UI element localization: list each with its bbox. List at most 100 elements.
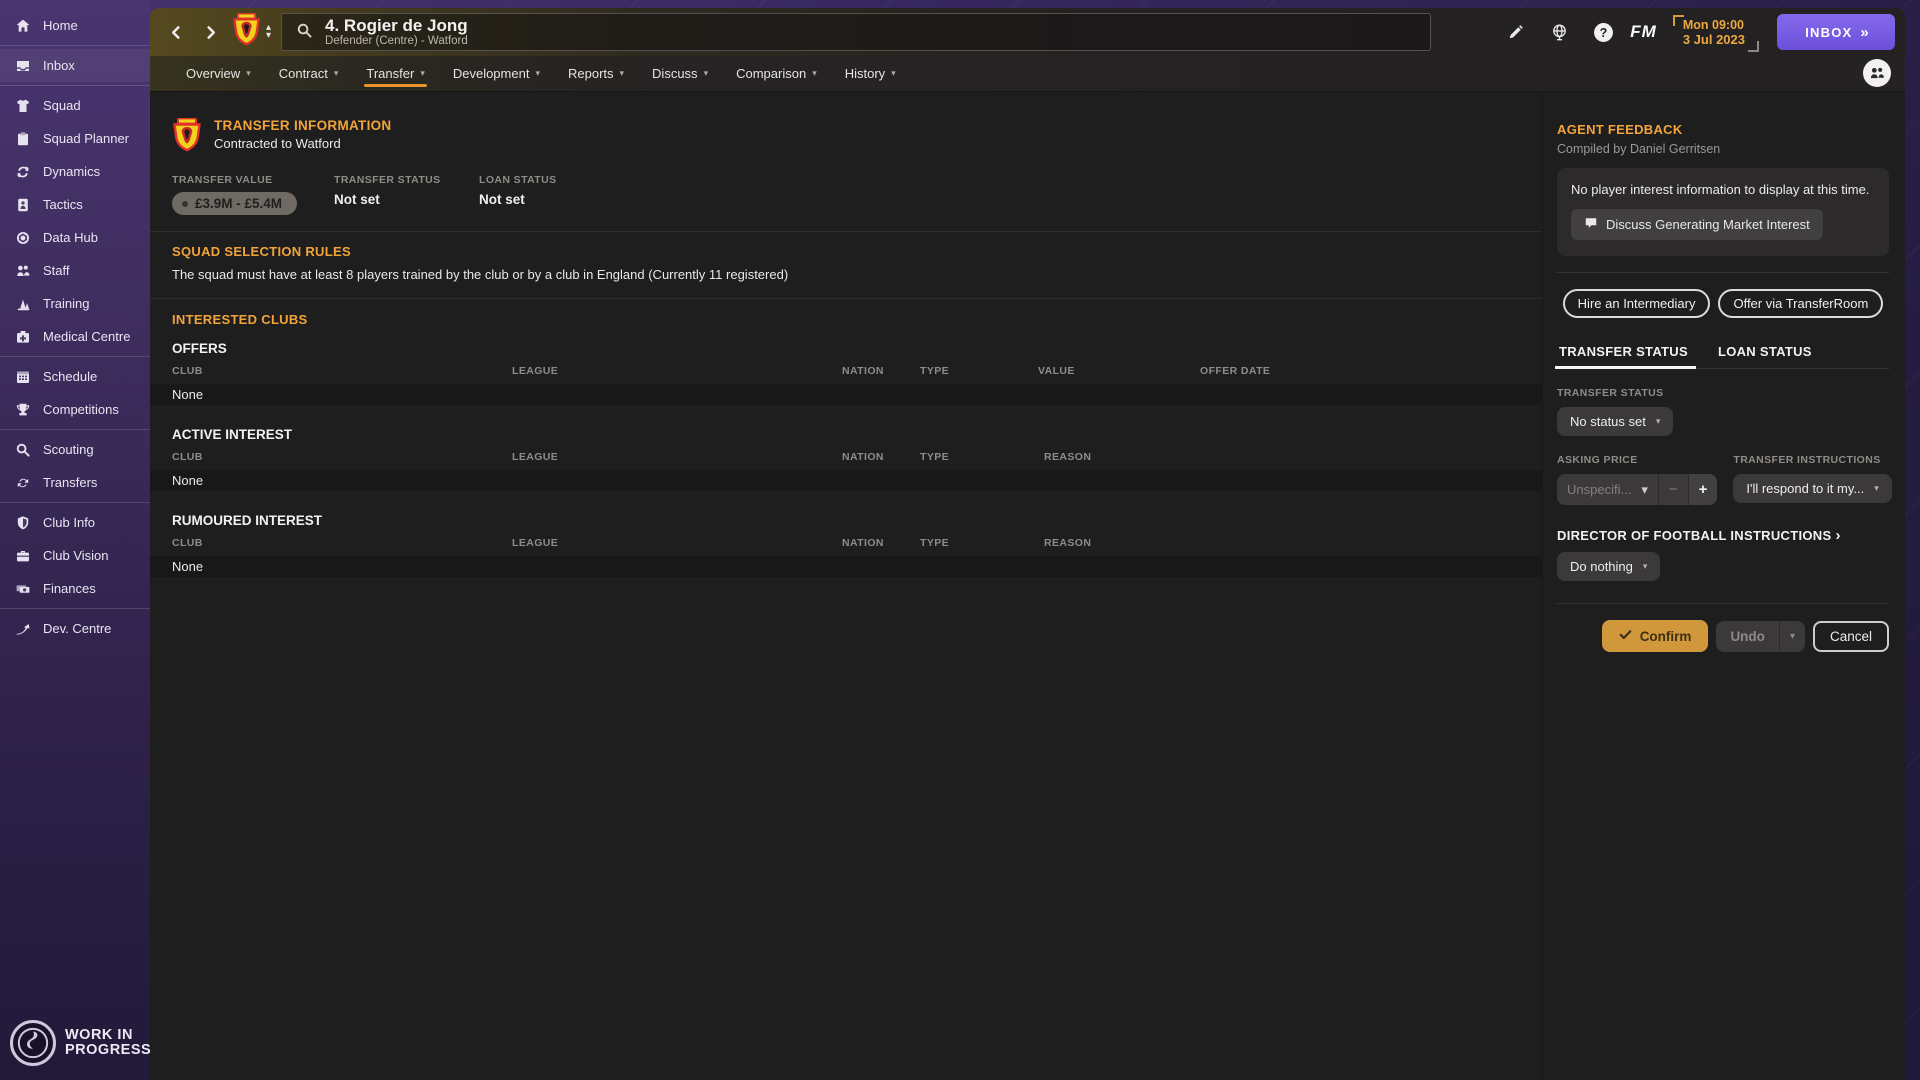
back-button[interactable] — [166, 22, 186, 42]
inbox-continue-button[interactable]: INBOX » — [1777, 14, 1895, 50]
column-type[interactable]: TYPE — [920, 451, 949, 463]
asking-price-increase-button[interactable]: + — [1689, 474, 1718, 505]
sidebar-item-label: Squad Planner — [43, 131, 129, 146]
sidebar-item-training[interactable]: Training — [0, 287, 150, 320]
money-icon — [14, 580, 31, 597]
transfer-status-dropdown-label: TRANSFER STATUS — [1557, 387, 1889, 399]
search-icon — [296, 22, 313, 42]
column-nation[interactable]: NATION — [842, 365, 884, 377]
sidebar-item-label: Medical Centre — [43, 329, 130, 344]
dof-action-dropdown[interactable]: Do nothing ▾ — [1557, 552, 1660, 581]
forward-button[interactable] — [200, 22, 220, 42]
player-name: 4. Rogier de Jong — [325, 17, 468, 35]
tab-overview[interactable]: Overview▾ — [172, 56, 265, 91]
column-value[interactable]: VALUE — [1038, 365, 1075, 377]
tab-development[interactable]: Development▾ — [439, 56, 554, 91]
sidebar-item-label: Tactics — [43, 197, 83, 212]
column-nation[interactable]: NATION — [842, 451, 884, 463]
sidebar-item-staff[interactable]: Staff — [0, 254, 150, 287]
edit-pencil-icon[interactable] — [1498, 15, 1532, 49]
player-search-box[interactable]: 4. Rogier de Jong Defender (Centre) - Wa… — [281, 13, 1431, 51]
tab-reports[interactable]: Reports▾ — [554, 56, 638, 91]
transfer-value-pill[interactable]: £3.9M - £5.4M — [172, 192, 297, 215]
hire-intermediary-button[interactable]: Hire an Intermediary — [1563, 289, 1711, 318]
column-club[interactable]: CLUB — [172, 451, 203, 463]
column-reason[interactable]: REASON — [1044, 537, 1091, 549]
price-tag-icon — [182, 201, 188, 207]
globe-icon[interactable] — [1542, 15, 1576, 49]
inbox-icon — [14, 57, 31, 74]
column-type[interactable]: TYPE — [920, 365, 949, 377]
column-nation[interactable]: NATION — [842, 537, 884, 549]
confirm-button[interactable]: Confirm — [1602, 620, 1709, 652]
offer-transferroom-button[interactable]: Offer via TransferRoom — [1718, 289, 1883, 318]
discuss-market-interest-button[interactable]: Discuss Generating Market Interest — [1571, 209, 1823, 240]
check-icon — [1619, 628, 1632, 644]
prev-next-player-stepper[interactable]: ▴▾ — [266, 24, 271, 40]
sidebar-item-label: Home — [43, 18, 78, 33]
asking-price-decrease-button[interactable]: − — [1659, 474, 1688, 505]
interested-clubs-title: INTERESTED CLUBS — [172, 312, 1518, 327]
agent-feedback-title: AGENT FEEDBACK — [1557, 122, 1889, 137]
cancel-button[interactable]: Cancel — [1813, 621, 1889, 652]
column-club[interactable]: CLUB — [172, 365, 203, 377]
column-offer-date[interactable]: OFFER DATE — [1200, 365, 1270, 377]
director-of-football-instructions-header[interactable]: DIRECTOR OF FOOTBALL INSTRUCTIONS › — [1557, 527, 1889, 544]
sidebar-item-home[interactable]: Home — [0, 9, 150, 42]
transfer-instructions-dropdown[interactable]: I'll respond to it my... ▾ — [1733, 474, 1891, 503]
column-type[interactable]: TYPE — [920, 537, 949, 549]
medical-icon — [14, 328, 31, 345]
sidebar-item-scouting[interactable]: Scouting — [0, 433, 150, 466]
sidebar-item-club-vision[interactable]: Club Vision — [0, 539, 150, 572]
sidebar-item-competitions[interactable]: Competitions — [0, 393, 150, 426]
manager-avatar[interactable] — [1863, 59, 1891, 87]
sidebar-item-finances[interactable]: Finances — [0, 572, 150, 605]
watford-crest-icon[interactable] — [232, 13, 261, 51]
column-reason[interactable]: REASON — [1044, 451, 1091, 463]
transfer-main-panel: TRANSFER INFORMATION Contracted to Watfo… — [150, 92, 1542, 1079]
tab-discuss[interactable]: Discuss▾ — [638, 56, 722, 91]
tab-transfer[interactable]: Transfer▾ — [352, 56, 438, 91]
help-icon[interactable]: ? — [1586, 15, 1620, 49]
sidebar-item-club-info[interactable]: Club Info — [0, 506, 150, 539]
chevron-down-icon: ▾ — [620, 68, 625, 79]
asking-price-dropdown[interactable]: Unspecifi... ▾ — [1557, 474, 1658, 505]
game-clock[interactable]: Mon 09:00 3 Jul 2023 — [1673, 15, 1755, 50]
tab-contract[interactable]: Contract▾ — [265, 56, 353, 91]
tab-transfer-status[interactable]: TRANSFER STATUS — [1557, 344, 1690, 368]
column-league[interactable]: LEAGUE — [512, 537, 558, 549]
transfer-status-dropdown[interactable]: No status set ▾ — [1557, 407, 1673, 436]
sidebar-item-dynamics[interactable]: Dynamics — [0, 155, 150, 188]
sidebar-item-inbox[interactable]: Inbox — [0, 49, 150, 82]
agent-feedback-message: No player interest information to displa… — [1571, 182, 1875, 197]
column-league[interactable]: LEAGUE — [512, 365, 558, 377]
column-club[interactable]: CLUB — [172, 537, 203, 549]
top-bar: ▴▾ 4. Rogier de Jong Defender (Centre) -… — [150, 8, 1905, 56]
tab-loan-status[interactable]: LOAN STATUS — [1716, 344, 1814, 368]
sidebar-item-schedule[interactable]: Schedule — [0, 360, 150, 393]
home-icon — [14, 17, 31, 34]
sports-interactive-logo-icon — [10, 1020, 56, 1066]
sidebar-item-tactics[interactable]: Tactics — [0, 188, 150, 221]
sidebar-item-label: Club Vision — [43, 548, 109, 563]
tab-comparison[interactable]: Comparison▾ — [722, 56, 831, 91]
sidebar-item-dev-centre[interactable]: Dev. Centre — [0, 612, 150, 645]
transfer-value-label: TRANSFER VALUE — [172, 174, 334, 186]
undo-options-chevron[interactable]: ▾ — [1780, 621, 1805, 652]
sidebar-item-label: Transfers — [43, 475, 97, 490]
status-tab-bar: TRANSFER STATUS LOAN STATUS — [1557, 344, 1889, 369]
sidebar-item-squad-planner[interactable]: Squad Planner — [0, 122, 150, 155]
sidebar: Home Inbox Squad Squad Planner Dynamics … — [0, 0, 150, 1080]
player-subtitle: Defender (Centre) - Watford — [325, 35, 468, 47]
sidebar-item-data-hub[interactable]: Data Hub — [0, 221, 150, 254]
sidebar-item-transfers[interactable]: Transfers — [0, 466, 150, 499]
fm-logo[interactable]: FM — [1630, 22, 1657, 42]
sidebar-divider — [0, 45, 150, 46]
tab-history[interactable]: History▾ — [831, 56, 910, 91]
column-league[interactable]: LEAGUE — [512, 451, 558, 463]
contracted-to-text: Contracted to Watford — [214, 136, 392, 151]
sidebar-item-medical-centre[interactable]: Medical Centre — [0, 320, 150, 353]
undo-button[interactable]: Undo — [1716, 621, 1779, 652]
sidebar-item-squad[interactable]: Squad — [0, 89, 150, 122]
squad-selection-rules-title: SQUAD SELECTION RULES — [172, 244, 1518, 259]
